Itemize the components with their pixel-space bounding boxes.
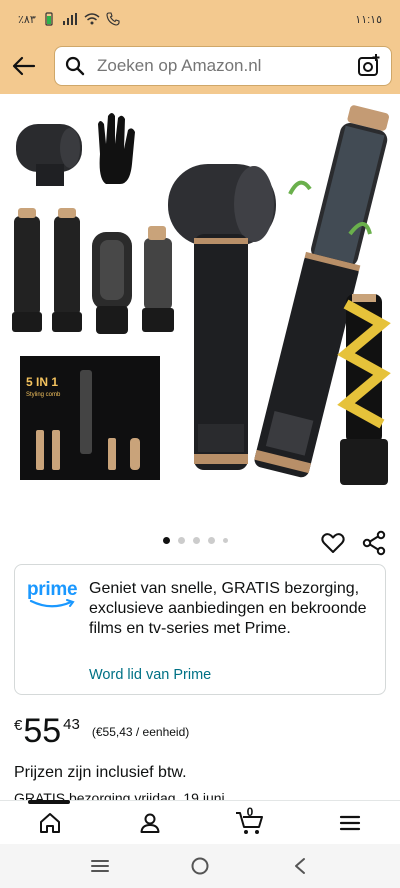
unit-price: (€55,43 / eenheid) xyxy=(91,725,190,739)
system-back-button[interactable] xyxy=(280,851,320,881)
product-photo: 5 IN 1 Styling comb xyxy=(12,105,391,485)
heart-icon xyxy=(321,533,345,553)
signal-icon xyxy=(62,13,77,25)
wifi-icon xyxy=(84,13,100,25)
price: € 55 43 (€55,43 / eenheid) xyxy=(14,712,189,758)
price-currency-symbol: € xyxy=(14,717,23,734)
delivery-note: GRATIS bezorging vrijdag, 19 juni xyxy=(14,790,225,800)
phone-icon xyxy=(106,12,120,26)
camera-search-icon[interactable] xyxy=(357,54,381,78)
cart-count-badge: 0 xyxy=(246,805,254,819)
tab-home[interactable] xyxy=(0,801,100,844)
prime-logo: prime xyxy=(27,579,81,615)
bottom-tab-bar: 0 xyxy=(0,800,400,844)
search-icon xyxy=(65,56,85,76)
round-brush-image xyxy=(142,226,174,332)
search-input[interactable] xyxy=(97,56,357,76)
prime-message: Geniet van snelle, GRATIS bezorging, exc… xyxy=(89,580,367,637)
hair-dryer-image xyxy=(168,164,276,470)
prime-logo-text: prime xyxy=(27,579,78,600)
svg-text:Styling comb: Styling comb xyxy=(26,392,61,398)
price-whole: 55 xyxy=(23,712,62,750)
curling-barrel-1-image xyxy=(12,208,42,332)
status-bar: ٪٨٣ ١١:١٥ xyxy=(0,0,400,38)
carousel-dot[interactable] xyxy=(208,537,215,544)
tax-note: Prijzen zijn inclusief btw. xyxy=(14,764,187,781)
carousel-dot[interactable] xyxy=(163,537,170,544)
glove-image xyxy=(98,113,135,184)
user-icon xyxy=(140,813,160,833)
dryer-attachment-image xyxy=(16,124,82,186)
tab-account[interactable] xyxy=(100,801,200,844)
tab-menu[interactable] xyxy=(300,801,400,844)
paddle-brush-image xyxy=(92,232,132,334)
search-header xyxy=(0,38,400,94)
carousel-dot[interactable] xyxy=(223,538,228,543)
carousel-dots[interactable] xyxy=(163,537,228,544)
chevron-left-icon xyxy=(295,858,305,874)
product-box-image: 5 IN 1 Styling comb xyxy=(20,356,160,480)
home-icon xyxy=(40,812,60,833)
status-time: ١١:١٥ xyxy=(355,13,382,26)
arrow-left-icon xyxy=(12,56,36,76)
wishlist-button[interactable] xyxy=(320,530,346,556)
prime-card: prime Geniet van snelle, GRATIS bezorgin… xyxy=(14,564,386,695)
carousel-controls xyxy=(0,524,400,560)
curling-wand-image xyxy=(337,294,391,485)
recent-apps-icon xyxy=(91,860,109,872)
circle-home-icon xyxy=(191,857,209,875)
product-image[interactable]: 5 IN 1 Styling comb xyxy=(0,94,400,514)
curling-barrel-2-image xyxy=(52,208,82,332)
tab-cart[interactable]: 0 xyxy=(200,801,300,844)
join-prime-link[interactable]: Word lid van Prime xyxy=(89,667,211,683)
carousel-dot[interactable] xyxy=(193,537,200,544)
svg-text:5 IN 1: 5 IN 1 xyxy=(26,375,58,389)
home-system-button[interactable] xyxy=(180,851,220,881)
back-button[interactable] xyxy=(8,50,40,82)
share-icon xyxy=(362,530,386,556)
recent-apps-button[interactable] xyxy=(80,851,120,881)
battery-percent: ٪٨٣ xyxy=(18,13,36,26)
search-box[interactable] xyxy=(54,46,392,86)
share-button[interactable] xyxy=(361,530,387,556)
system-navigation-bar xyxy=(0,844,400,888)
status-icons: ٪٨٣ xyxy=(18,12,120,26)
hamburger-menu-icon xyxy=(339,815,361,830)
prime-smile-icon xyxy=(29,599,75,608)
price-fraction: 43 xyxy=(63,716,80,733)
carousel-dot[interactable] xyxy=(178,537,185,544)
battery-icon xyxy=(45,12,53,26)
